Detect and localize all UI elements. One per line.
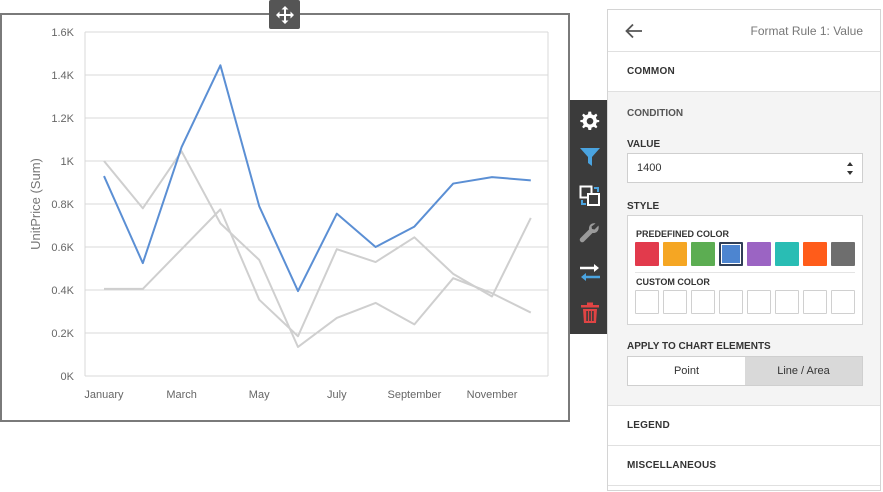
- y-tick-label: 0K: [61, 371, 75, 383]
- spin-up-icon[interactable]: [847, 161, 853, 166]
- apply-point-button[interactable]: Point: [628, 357, 745, 385]
- color-swatch[interactable]: [691, 242, 715, 266]
- color-swatch[interactable]: [747, 242, 771, 266]
- y-tick-label: 1K: [61, 156, 75, 168]
- condition-heading: CONDITION: [627, 108, 684, 119]
- trash-icon: [580, 302, 599, 323]
- y-tick-label: 1.4K: [51, 70, 74, 82]
- swap-button[interactable]: [570, 255, 609, 291]
- apply-line-area-button[interactable]: Line / Area: [745, 357, 862, 385]
- panel-title: Format Rule 1: Value: [750, 24, 864, 38]
- series-line-1: [103, 64, 531, 293]
- filter-icon: [579, 148, 600, 166]
- color-swatch[interactable]: [663, 242, 687, 266]
- move-icon: [275, 5, 294, 24]
- y-tick-label: 1.2K: [51, 113, 74, 125]
- color-swatch[interactable]: [803, 242, 827, 266]
- settings-button[interactable]: [570, 103, 609, 139]
- move-handle[interactable]: [269, 0, 300, 29]
- custom-color-slot[interactable]: [831, 290, 855, 314]
- spin-down-icon[interactable]: [847, 170, 853, 175]
- gear-icon: [579, 111, 599, 131]
- x-tick-label: September: [387, 389, 441, 401]
- y-axis-title: UnitPrice (Sum): [28, 158, 43, 250]
- item-toolbar: [570, 100, 609, 334]
- x-tick-label: March: [166, 389, 197, 401]
- style-label: STYLE: [627, 201, 660, 212]
- section-legend[interactable]: LEGEND: [608, 406, 880, 446]
- color-swatch[interactable]: [831, 242, 855, 266]
- x-tick-label: November: [467, 389, 518, 401]
- y-tick-label: 0.8K: [51, 199, 74, 211]
- back-arrow-icon[interactable]: [624, 22, 644, 40]
- convert-button[interactable]: [570, 178, 609, 214]
- custom-color-swatches: [635, 290, 855, 314]
- swap-icon: [579, 264, 600, 281]
- value-spinner[interactable]: [840, 155, 860, 181]
- custom-color-slot[interactable]: [747, 290, 771, 314]
- predefined-color-swatches: [635, 242, 855, 266]
- custom-color-slot[interactable]: [775, 290, 799, 314]
- custom-color-slot[interactable]: [719, 290, 743, 314]
- custom-color-slot[interactable]: [663, 290, 687, 314]
- section-condition: CONDITION VALUE STYLE PREDEFINED COLOR C…: [608, 92, 880, 406]
- divider: [635, 272, 855, 273]
- convert-icon: [579, 185, 600, 206]
- wrench-icon: [579, 223, 599, 243]
- y-tick-label: 0.4K: [51, 285, 74, 297]
- color-swatch[interactable]: [635, 242, 659, 266]
- section-common[interactable]: COMMON: [608, 52, 880, 92]
- apply-label: APPLY TO CHART ELEMENTS: [627, 341, 771, 352]
- y-tick-label: 0.6K: [51, 242, 74, 254]
- chart-item[interactable]: 0K 0.2K 0.4K 0.6K 0.8K 1K 1.2K 1.4K 1.6K UnitPric…: [0, 13, 570, 422]
- color-swatch[interactable]: [719, 242, 743, 266]
- value-label: VALUE: [627, 139, 661, 150]
- custom-color-slot[interactable]: [635, 290, 659, 314]
- line-chart: 0K 0.2K 0.4K 0.6K 0.8K 1K 1.2K 1.4K 1.6K UnitPric…: [28, 27, 549, 401]
- apply-segmented-control: Point Line / Area: [627, 356, 863, 386]
- delete-button[interactable]: [570, 295, 609, 331]
- format-rule-panel: Format Rule 1: Value COMMON CONDITION VA…: [607, 9, 881, 491]
- x-tick-label: May: [249, 389, 270, 401]
- custom-color-slot[interactable]: [803, 290, 827, 314]
- y-tick-label: 1.6K: [51, 27, 74, 39]
- section-miscellaneous[interactable]: MISCELLANEOUS: [608, 446, 880, 486]
- x-tick-label: January: [84, 389, 124, 401]
- y-tick-label: 0.2K: [51, 328, 74, 340]
- color-swatch[interactable]: [775, 242, 799, 266]
- series-line-3: [104, 208, 532, 338]
- filter-button[interactable]: [570, 139, 609, 175]
- custom-color-slot[interactable]: [691, 290, 715, 314]
- value-input[interactable]: [627, 153, 863, 183]
- predefined-color-label: PREDEFINED COLOR: [636, 229, 730, 239]
- x-tick-label: July: [327, 389, 347, 401]
- style-box: PREDEFINED COLOR CUSTOM COLOR: [627, 215, 863, 325]
- custom-color-label: CUSTOM COLOR: [636, 277, 710, 287]
- panel-header: Format Rule 1: Value: [608, 10, 880, 52]
